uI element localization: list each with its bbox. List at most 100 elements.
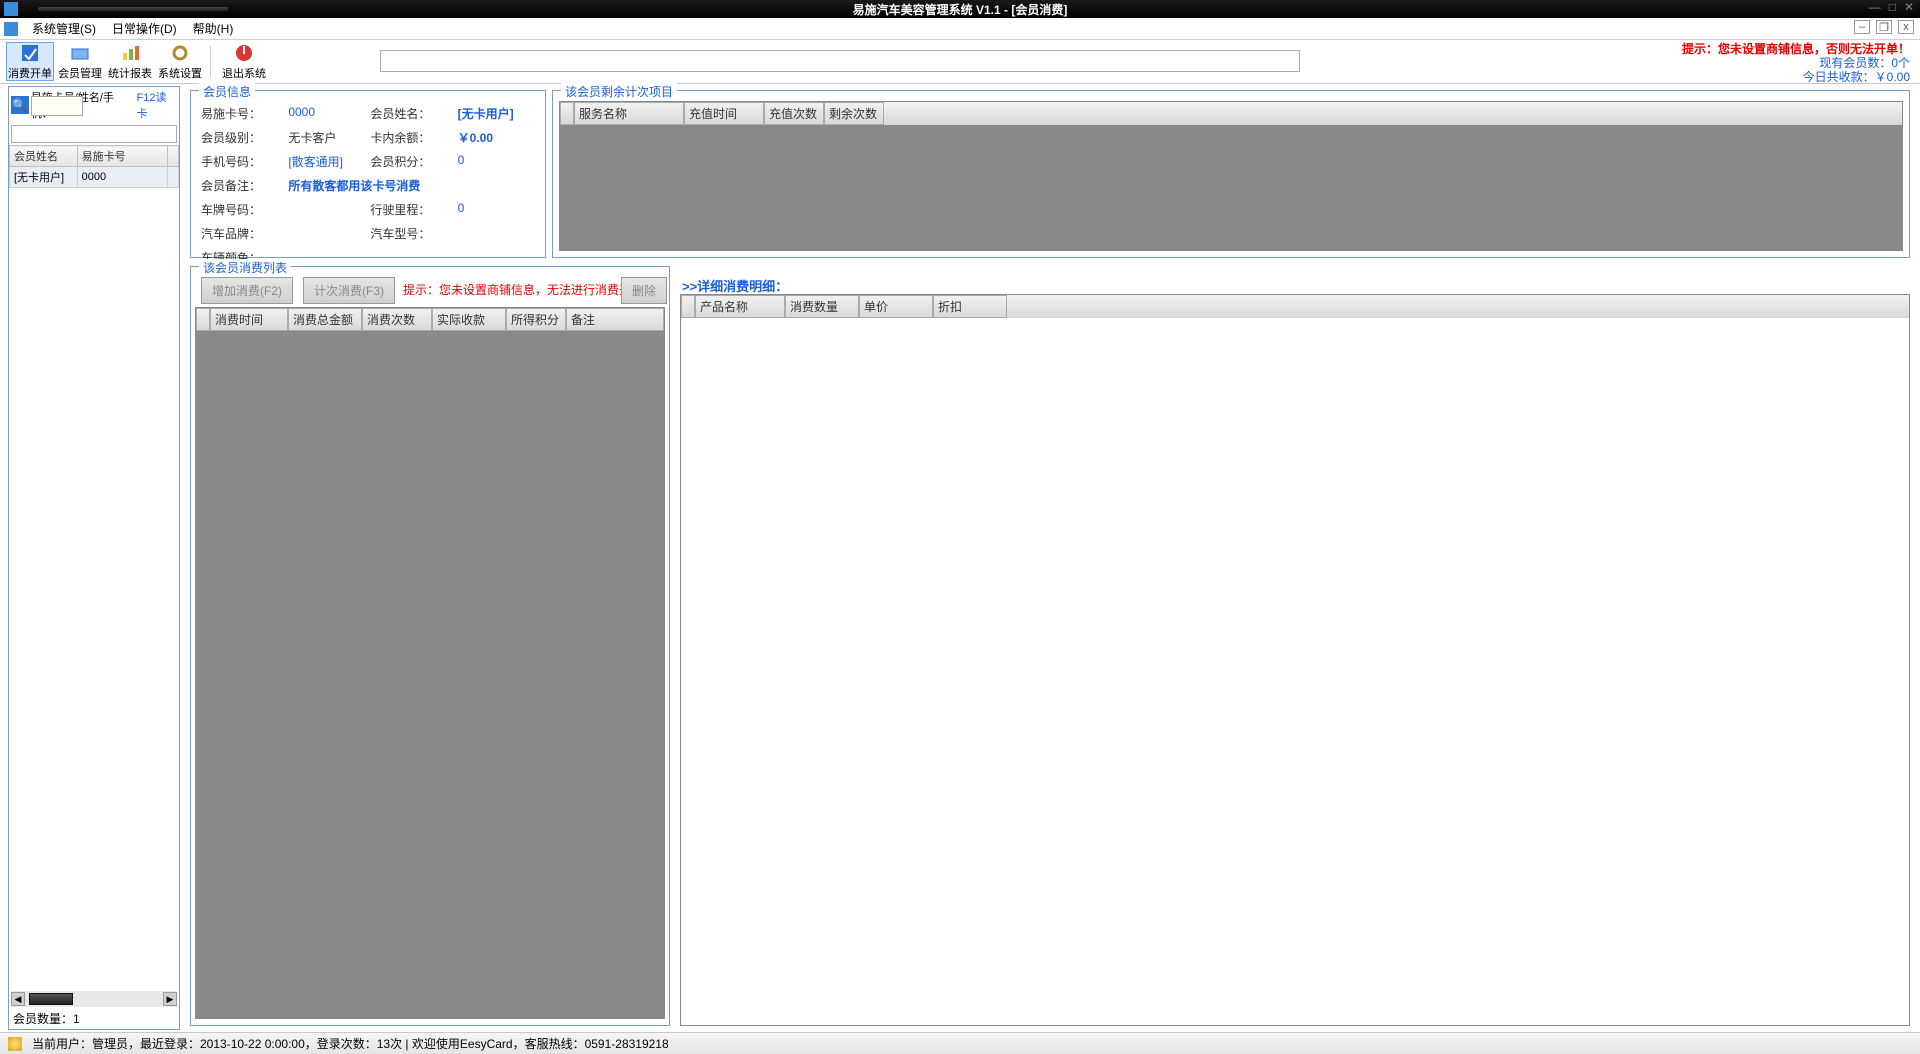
consume-list-group: 该会员消费列表 增加消费(F2) 计次消费(F3) 提示：您未设置商铺信息，无法… [190,266,670,1026]
val-plate [288,201,364,218]
toolbar-search-input[interactable] [380,50,1300,72]
menu-help[interactable]: 帮助(H) [185,18,242,39]
left-panel: 🔍 消费开单 易施卡号/姓名/手机： F12读卡 会员姓名 易施卡号 [无卡用户… [8,86,180,1030]
status-text: 当前用户：管理员，最近登录：2013-10-22 0:00:00，登录次数：13… [32,1035,669,1052]
consume-warn: 提示：您未设置商铺信息，无法进行消费开单！ [403,281,655,298]
search-input[interactable] [11,125,177,143]
tool-exit-button[interactable]: 退出系统 [220,42,268,81]
app-icon [4,2,18,16]
maximize-icon[interactable]: □ [1889,0,1896,14]
val-mileage: 0 [458,201,535,218]
detail-area: >>详细消费明细： 产品名称 消费数量 单价 折扣 [680,266,1910,1026]
exit-icon [234,43,254,63]
statusbar: 当前用户：管理员，最近登录：2013-10-22 0:00:00，登录次数：13… [0,1032,1920,1054]
member-info-title: 会员信息 [199,83,255,100]
col-discount[interactable]: 折扣 [933,295,1007,318]
val-points: 0 [458,153,535,170]
col-recharge-time[interactable]: 充值时间 [684,102,764,125]
col-card-no[interactable]: 易施卡号 [77,146,167,167]
member-count-text: 会员数量：1 [13,1010,80,1027]
tool-settings-label: 系统设置 [158,65,202,81]
mdi-minimize-icon[interactable]: – [1854,20,1870,34]
remain-title: 该会员剩余计次项目 [561,83,677,100]
val-model [458,225,535,242]
mdi-restore-icon[interactable]: ❐ [1876,20,1892,34]
tool-order-label: 消费开单 [8,65,52,81]
col-points[interactable]: 所得积分 [506,308,566,331]
member-grid[interactable]: 会员姓名 易施卡号 [无卡用户] 0000 [9,145,179,188]
val-color [288,249,364,266]
consume-list-title: 该会员消费列表 [199,259,291,276]
user-icon [8,1037,22,1051]
lab-brand: 汽车品牌： [201,225,282,242]
tool-report-label: 统计报表 [108,65,152,81]
lab-mileage: 行驶里程： [370,201,451,218]
col-actual[interactable]: 实际收款 [432,308,506,331]
titlebar-decor [38,7,228,11]
col-recharge-count[interactable]: 充值次数 [764,102,824,125]
cell-extra [167,167,178,188]
col-extra[interactable] [167,146,178,167]
tool-report-button[interactable]: 统计报表 [106,42,154,81]
menubar: 系统管理(S) 日常操作(D) 帮助(H) – ❐ x [0,18,1920,40]
col-remain-count[interactable]: 剩余次数 [824,102,884,125]
lab-points: 会员积分： [370,153,451,170]
val-name: [无卡用户] [458,105,535,122]
tool-order-button[interactable]: 消费开单 [6,42,54,81]
col-price[interactable]: 单价 [859,295,933,318]
menu-system[interactable]: 系统管理(S) [24,18,104,39]
search-icon[interactable]: 🔍 消费开单 [11,96,29,114]
scroll-left-icon[interactable]: ◀ [11,992,25,1006]
cell-member-name: [无卡用户] [10,167,78,188]
window-title: 易施汽车美容管理系统 V1.1 - [会员消费] [853,1,1068,18]
col-service[interactable]: 服务名称 [574,102,684,125]
mdi-icon [4,22,18,36]
table-row[interactable]: [无卡用户] 0000 [10,167,179,188]
val-balance: ￥0.00 [458,129,535,146]
order-icon [20,43,40,63]
settings-icon [170,43,190,63]
lab-plate: 车牌号码： [201,201,282,218]
remain-group: 该会员剩余计次项目 服务名称 充值时间 充值次数 剩余次数 [552,90,1910,258]
val-cardno: 0000 [288,105,364,122]
count-consume-button[interactable]: 计次消费(F3) [303,277,395,304]
readcard-link[interactable]: F12读卡 [137,89,177,121]
detail-table[interactable]: 产品名称 消费数量 单价 折扣 [680,294,1910,1026]
minimize-icon[interactable]: — [1869,0,1881,14]
toolbar: 消费开单 会员管理 统计报表 系统设置 退出系统 提示：您未设置商铺信息，否则无… [0,40,1920,84]
scroll-thumb[interactable] [29,993,73,1005]
col-qty[interactable]: 消费数量 [785,295,859,318]
lab-remark: 会员备注： [201,177,282,194]
report-icon [120,43,140,63]
col-total[interactable]: 消费总金额 [288,308,362,331]
remain-table[interactable]: 服务名称 充值时间 充值次数 剩余次数 [559,101,1903,251]
mdi-close-icon[interactable]: x [1898,20,1914,34]
col-time[interactable]: 消费时间 [210,308,288,331]
toolbar-warning: 提示：您未设置商铺信息，否则无法开单！ [1682,42,1910,56]
add-consume-button[interactable]: 增加消费(F2) [201,277,293,304]
val-brand [288,225,364,242]
col-member-name[interactable]: 会员姓名 [10,146,78,167]
toolbar-member-count: 现有会员数：0个 [1682,56,1910,70]
col-product[interactable]: 产品名称 [695,295,785,318]
col-count[interactable]: 消费次数 [362,308,432,331]
lab-cardno: 易施卡号： [201,105,282,122]
member-icon [70,43,90,63]
tool-member-label: 会员管理 [58,65,102,81]
val-phone: [散客通用] [288,153,364,170]
menu-daily[interactable]: 日常操作(D) [104,18,185,39]
scroll-right-icon[interactable]: ▶ [163,992,177,1006]
member-info-group: 会员信息 易施卡号：0000 会员姓名：[无卡用户] 会员级别：无卡客户 卡内余… [190,90,546,258]
col-remark[interactable]: 备注 [566,308,664,331]
close-icon[interactable]: ✕ [1904,0,1914,14]
tool-member-button[interactable]: 会员管理 [56,42,104,81]
lab-level: 会员级别： [201,129,282,146]
delete-button[interactable]: 删除 [621,277,667,304]
val-level: 无卡客户 [288,129,364,146]
hscrollbar[interactable]: ◀ ▶ [11,991,177,1007]
lab-phone: 手机号码： [201,153,282,170]
lab-balance: 卡内余额： [370,129,451,146]
titlebar: 易施汽车美容管理系统 V1.1 - [会员消费] — □ ✕ [0,0,1920,18]
consume-table[interactable]: 消费时间 消费总金额 消费次数 实际收款 所得积分 备注 [195,307,665,1019]
tool-settings-button[interactable]: 系统设置 [156,42,204,81]
